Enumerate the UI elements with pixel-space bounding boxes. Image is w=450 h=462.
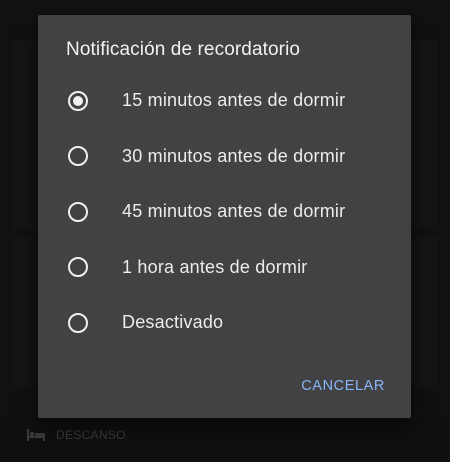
option-30-minutes[interactable]: 30 minutos antes de dormir	[38, 129, 411, 185]
radio-button[interactable]	[68, 146, 88, 167]
app-screen: DESCANSO Notificación de recordatorio 15…	[0, 0, 450, 462]
radio-button[interactable]	[68, 201, 88, 222]
option-label: 30 minutos antes de dormir	[122, 145, 346, 166]
option-label: 15 minutos antes de dormir	[122, 90, 346, 111]
option-label: Desactivado	[122, 312, 224, 333]
option-disabled[interactable]: Desactivado	[38, 295, 411, 351]
option-15-minutes[interactable]: 15 minutos antes de dormir	[38, 73, 411, 129]
option-45-minutes[interactable]: 45 minutos antes de dormir	[38, 184, 411, 240]
radio-button[interactable]	[68, 312, 88, 333]
radio-button[interactable]	[68, 257, 88, 278]
radio-button-checked[interactable]	[68, 90, 88, 111]
bottom-nav-label: DESCANSO	[56, 428, 126, 442]
cancel-button[interactable]: CANCELAR	[301, 378, 385, 394]
option-label: 45 minutos antes de dormir	[122, 201, 346, 222]
dialog-title: Notificación de recordatorio	[66, 39, 301, 60]
radio-option-list: 15 minutos antes de dormir 30 minutos an…	[38, 73, 411, 351]
bed-icon	[26, 428, 46, 442]
reminder-notification-dialog: Notificación de recordatorio 15 minutos …	[38, 15, 411, 418]
bottom-nav-item-descanso: DESCANSO	[26, 428, 126, 442]
dialog-actions: CANCELAR	[301, 375, 385, 394]
option-label: 1 hora antes de dormir	[122, 256, 308, 277]
option-1-hour[interactable]: 1 hora antes de dormir	[38, 240, 411, 296]
